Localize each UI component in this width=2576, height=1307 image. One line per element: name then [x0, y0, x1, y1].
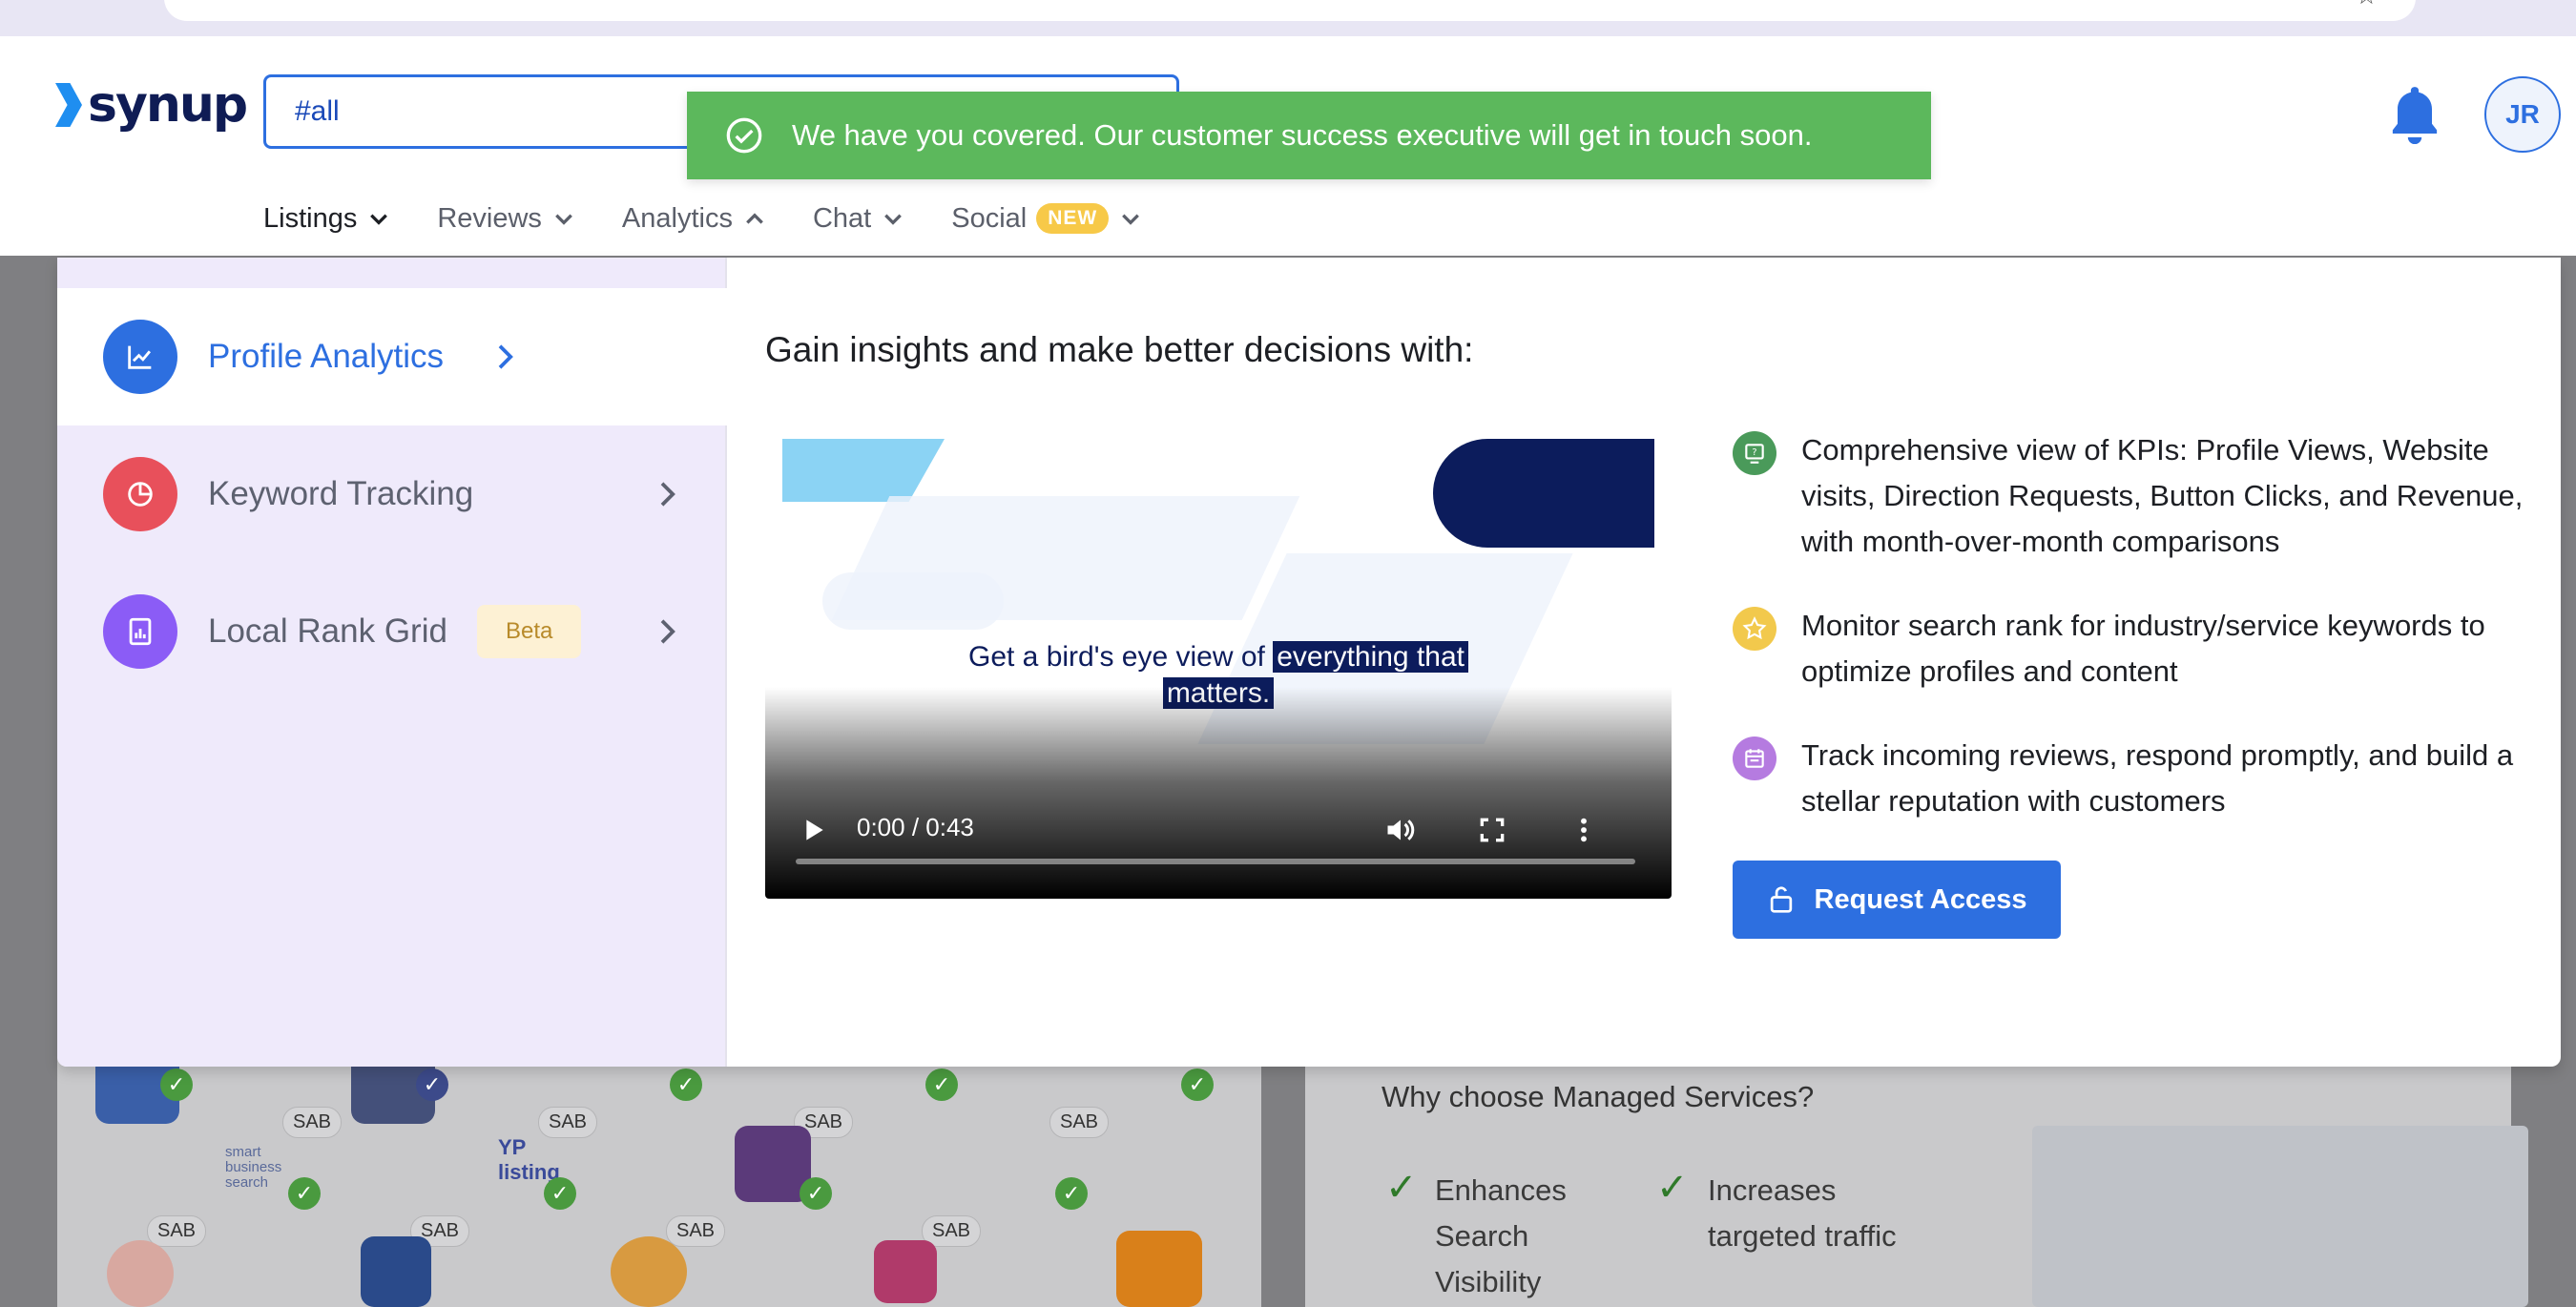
video-time: 0:00 / 0:43 [857, 813, 974, 841]
directory-logo [1116, 1231, 1202, 1307]
sab-badge: SAB [538, 1107, 598, 1138]
chevron-down-icon [370, 214, 388, 225]
new-badge: NEW [1036, 203, 1110, 234]
svg-text:?: ? [1752, 447, 1756, 458]
verified-check-icon: ✓ [800, 1177, 832, 1210]
nav-reviews[interactable]: Reviews [437, 203, 574, 235]
analytics-dropdown-panel: Profile Analytics Keyword Tracking Local… [57, 258, 2561, 1067]
chevron-right-icon [498, 344, 513, 369]
line-chart-icon [103, 320, 177, 394]
verified-check-icon: ✓ [416, 1068, 448, 1101]
verified-check-icon: ✓ [1181, 1068, 1214, 1101]
menu-item-label: Local Rank Grid [208, 612, 447, 650]
calendar-icon [1733, 736, 1776, 780]
verified-check-icon: ✓ [670, 1068, 702, 1101]
nav-listings[interactable]: Listings [263, 203, 389, 235]
success-toast: We have you covered. Our customer succes… [687, 92, 1931, 179]
more-options-icon[interactable] [1574, 815, 1593, 845]
verified-check-icon: ✓ [288, 1177, 321, 1210]
chevron-down-icon [1122, 214, 1140, 225]
menu-item-profile-analytics[interactable]: Profile Analytics [57, 288, 727, 425]
synup-logo-mark-icon [55, 83, 82, 127]
chevron-right-icon [660, 482, 675, 507]
sab-badge: SAB [282, 1107, 343, 1138]
video-controls: 0:00 / 0:43 [765, 801, 1672, 859]
chevron-down-icon [884, 214, 903, 225]
benefit-item: Enhances Search Visibility [1435, 1173, 1567, 1298]
chevron-up-icon [746, 213, 763, 224]
directory-logo [611, 1236, 687, 1307]
browser-toolbar: ☆ [0, 0, 2576, 36]
user-avatar[interactable]: JR [2484, 76, 2561, 153]
chevron-right-icon [660, 619, 675, 644]
synup-logo-text: synup [88, 76, 248, 134]
panel-heading: Gain insights and make better decisions … [765, 330, 1474, 369]
toast-message: We have you covered. Our customer succes… [792, 118, 1813, 152]
video-decor-shape [822, 572, 1004, 630]
managed-services-illustration [2032, 1126, 2528, 1307]
nav-analytics-label: Analytics [621, 202, 733, 234]
why-managed-services-title: Why choose Managed Services? [1381, 1080, 1815, 1113]
verified-check-icon: ✓ [544, 1177, 576, 1210]
instagram-logo [874, 1240, 937, 1303]
play-icon[interactable] [798, 815, 828, 845]
nav-social[interactable]: Social NEW [951, 203, 1141, 235]
checkmark-icon: ✓ [1656, 1167, 1689, 1209]
feature-text: Monitor search rank for industry/service… [1801, 609, 2485, 688]
verified-check-icon: ✓ [160, 1068, 193, 1101]
video-decor-shape [782, 439, 945, 502]
fullscreen-icon[interactable] [1477, 815, 1507, 845]
video-player[interactable]: Get a bird's eye view of everything that… [765, 439, 1672, 899]
benefit-item: Increases targeted traffic [1708, 1173, 1897, 1253]
directory-logo [361, 1236, 431, 1307]
report-icon [103, 594, 177, 669]
synup-logo[interactable]: synup [55, 76, 248, 134]
beta-badge: Beta [477, 605, 582, 658]
video-controls-gradient [765, 687, 1672, 899]
bookmark-star-icon[interactable]: ☆ [2356, 0, 2378, 10]
sab-badge: SAB [147, 1215, 207, 1247]
chevron-down-icon [555, 214, 572, 225]
nav-chat[interactable]: Chat [813, 203, 904, 235]
video-caption-text: Get a bird's eye view of [967, 641, 1265, 673]
feature-text: Comprehensive view of KPIs: Profile View… [1801, 433, 2524, 558]
analytics-menu-sidebar: Profile Analytics Keyword Tracking Local… [57, 258, 727, 1067]
video-caption-highlight: everything that [1273, 641, 1468, 673]
menu-item-keyword-tracking[interactable]: Keyword Tracking [57, 425, 727, 563]
unlock-icon [1770, 886, 1792, 913]
kpi-icon: ? [1733, 431, 1776, 475]
sab-badge: SAB [1049, 1107, 1110, 1138]
directory-logo [107, 1240, 174, 1307]
nav-social-label: Social [951, 202, 1028, 234]
verified-check-icon: ✓ [1055, 1177, 1088, 1210]
menu-item-local-rank-grid[interactable]: Local Rank Grid Beta [57, 563, 727, 700]
sab-badge: SAB [666, 1215, 726, 1247]
menu-item-label: Keyword Tracking [208, 475, 474, 512]
verified-check-icon: ✓ [925, 1068, 958, 1101]
nav-listings-label: Listings [263, 202, 358, 234]
feature-text: Track incoming reviews, respond promptly… [1801, 738, 2514, 818]
request-access-button[interactable]: Request Access [1733, 861, 2061, 939]
volume-icon[interactable] [1383, 813, 1418, 847]
menu-item-label: Profile Analytics [208, 338, 445, 375]
check-circle-icon [726, 117, 762, 154]
nav-chat-label: Chat [812, 202, 872, 234]
app-header: synup JR Listings Reviews Analytics Chat… [0, 36, 2576, 256]
nav-analytics[interactable]: Analytics [622, 203, 765, 235]
nav-reviews-label: Reviews [437, 202, 542, 234]
notification-bell-icon[interactable] [2385, 82, 2444, 151]
main-nav: Listings Reviews Analytics Chat Social N… [263, 195, 1189, 242]
pie-chart-icon [103, 457, 177, 531]
checkmark-icon: ✓ [1385, 1167, 1418, 1209]
browser-address-bar[interactable]: ☆ [164, 0, 2416, 21]
video-decor-shape [1433, 439, 1654, 548]
request-access-label: Request Access [1814, 883, 2027, 915]
video-progress-bar[interactable] [796, 859, 1635, 864]
star-icon [1733, 607, 1776, 651]
